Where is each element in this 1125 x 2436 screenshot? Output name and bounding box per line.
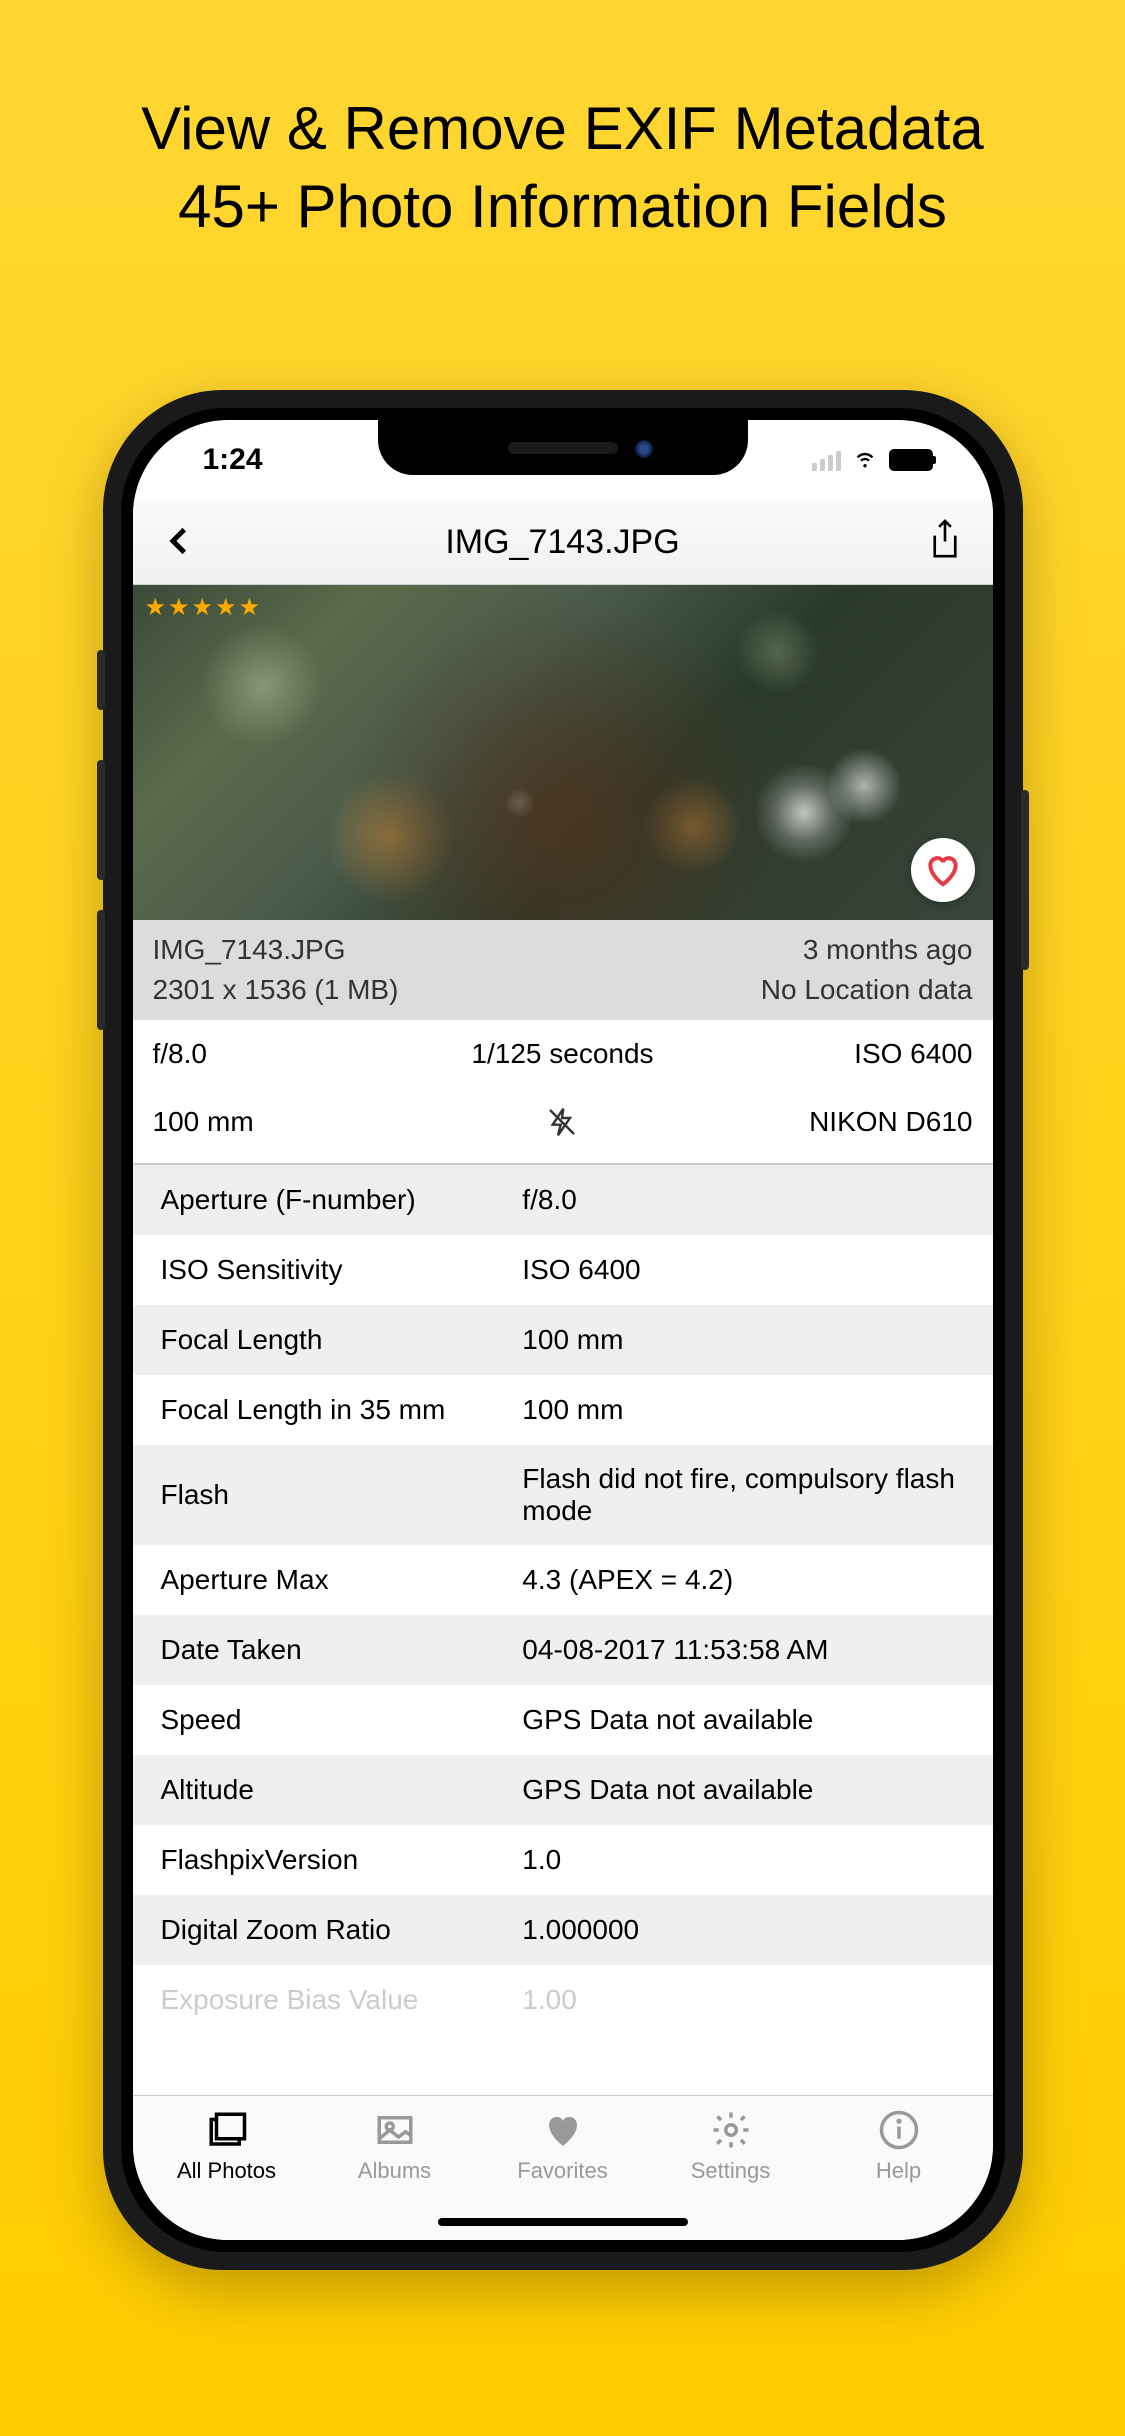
promo-line-1: View & Remove EXIF Metadata (0, 90, 1125, 168)
quick-aperture: f/8.0 (153, 1038, 426, 1070)
exif-label: FlashpixVersion (161, 1844, 523, 1876)
summary-dimensions: 2301 x 1536 (1 MB) (153, 974, 399, 1006)
battery-icon (889, 449, 933, 471)
exif-label: Aperture (F-number) (161, 1184, 523, 1216)
exif-row: Digital Zoom Ratio1.000000 (133, 1895, 993, 1965)
exif-label: ISO Sensitivity (161, 1254, 523, 1286)
exif-value: GPS Data not available (522, 1774, 964, 1806)
exif-label: Flash (161, 1479, 523, 1511)
exif-value: 100 mm (522, 1394, 964, 1426)
summary-location: No Location data (761, 974, 973, 1006)
tab-bar: All Photos Albums Favorites Settings Help (133, 2095, 993, 2240)
gear-icon (710, 2108, 752, 2152)
cellular-signal-icon (812, 449, 841, 471)
exif-label: Exposure Bias Value (161, 1984, 523, 2016)
exif-label: Aperture Max (161, 1564, 523, 1596)
tab-label: Favorites (517, 2158, 607, 2184)
home-indicator[interactable] (438, 2218, 688, 2226)
favorite-button[interactable] (911, 838, 975, 902)
promo-line-2: 45+ Photo Information Fields (0, 168, 1125, 246)
exif-value: ISO 6400 (522, 1254, 964, 1286)
exif-label: Focal Length in 35 mm (161, 1394, 523, 1426)
status-time: 1:24 (183, 443, 263, 477)
phone-frame: 1:24 IMG_7143.JPG (103, 390, 1023, 2270)
exif-row: Aperture Max4.3 (APEX = 4.2) (133, 1545, 993, 1615)
volume-up (97, 760, 105, 880)
exif-label: Focal Length (161, 1324, 523, 1356)
promo-headline: View & Remove EXIF Metadata 45+ Photo In… (0, 0, 1125, 246)
exif-value: 1.00 (522, 1984, 964, 2016)
notch (378, 420, 748, 475)
exif-row: Date Taken04-08-2017 11:53:58 AM (133, 1615, 993, 1685)
exif-value: GPS Data not available (522, 1704, 964, 1736)
tab-gear[interactable]: Settings (671, 2108, 791, 2240)
photos-icon (206, 2108, 248, 2152)
summary-age: 3 months ago (803, 934, 973, 966)
flash-off-icon (426, 1106, 699, 1145)
tab-photos[interactable]: All Photos (167, 2108, 287, 2240)
exif-row: SpeedGPS Data not available (133, 1685, 993, 1755)
quick-focal: 100 mm (153, 1106, 426, 1145)
exif-row: FlashFlash did not fire, compulsory flas… (133, 1445, 993, 1545)
exif-row: FlashpixVersion1.0 (133, 1825, 993, 1895)
tab-label: Help (876, 2158, 921, 2184)
back-button[interactable] (163, 515, 213, 570)
exif-row: Exposure Bias Value1.00 (133, 1965, 993, 2035)
photo-preview[interactable]: ★★★★★ (133, 585, 993, 920)
tab-info[interactable]: Help (839, 2108, 959, 2240)
exif-value: 04-08-2017 11:53:58 AM (522, 1634, 964, 1666)
tab-label: Albums (358, 2158, 431, 2184)
exif-row: Aperture (F-number)f/8.0 (133, 1165, 993, 1235)
heart-icon (542, 2108, 584, 2152)
exif-label: Speed (161, 1704, 523, 1736)
info-icon (878, 2108, 920, 2152)
exif-value: 100 mm (522, 1324, 964, 1356)
exif-list[interactable]: Aperture (F-number)f/8.0ISO SensitivityI… (133, 1165, 993, 2035)
exif-value: 1.000000 (522, 1914, 964, 1946)
exif-value: Flash did not fire, compulsory flash mod… (522, 1463, 964, 1527)
exif-value: 4.3 (APEX = 4.2) (522, 1564, 964, 1596)
tab-label: All Photos (177, 2158, 276, 2184)
quick-stats: f/8.0 1/125 seconds ISO 6400 100 mm NIKO… (133, 1020, 993, 1165)
albums-icon (374, 2108, 416, 2152)
photo-content (133, 585, 993, 920)
mute-switch (97, 650, 105, 710)
exif-label: Date Taken (161, 1634, 523, 1666)
summary-bar: IMG_7143.JPG 3 months ago 2301 x 1536 (1… (133, 920, 993, 1020)
volume-down (97, 910, 105, 1030)
exif-row: Focal Length100 mm (133, 1305, 993, 1375)
wifi-icon (851, 443, 879, 478)
tab-label: Settings (691, 2158, 771, 2184)
share-button[interactable] (913, 518, 963, 567)
exif-row: ISO SensitivityISO 6400 (133, 1235, 993, 1305)
exif-label: Altitude (161, 1774, 523, 1806)
nav-title: IMG_7143.JPG (445, 523, 679, 562)
exif-row: Focal Length in 35 mm100 mm (133, 1375, 993, 1445)
quick-iso: ISO 6400 (699, 1038, 972, 1070)
quick-camera: NIKON D610 (699, 1106, 972, 1145)
exif-row: AltitudeGPS Data not available (133, 1755, 993, 1825)
exif-label: Digital Zoom Ratio (161, 1914, 523, 1946)
exif-value: 1.0 (522, 1844, 964, 1876)
tab-albums[interactable]: Albums (335, 2108, 455, 2240)
nav-bar: IMG_7143.JPG (133, 500, 993, 585)
summary-filename: IMG_7143.JPG (153, 934, 346, 966)
exif-value: f/8.0 (522, 1184, 964, 1216)
quick-shutter: 1/125 seconds (426, 1038, 699, 1070)
power-button (1021, 790, 1029, 970)
rating-stars: ★★★★★ (145, 593, 263, 622)
